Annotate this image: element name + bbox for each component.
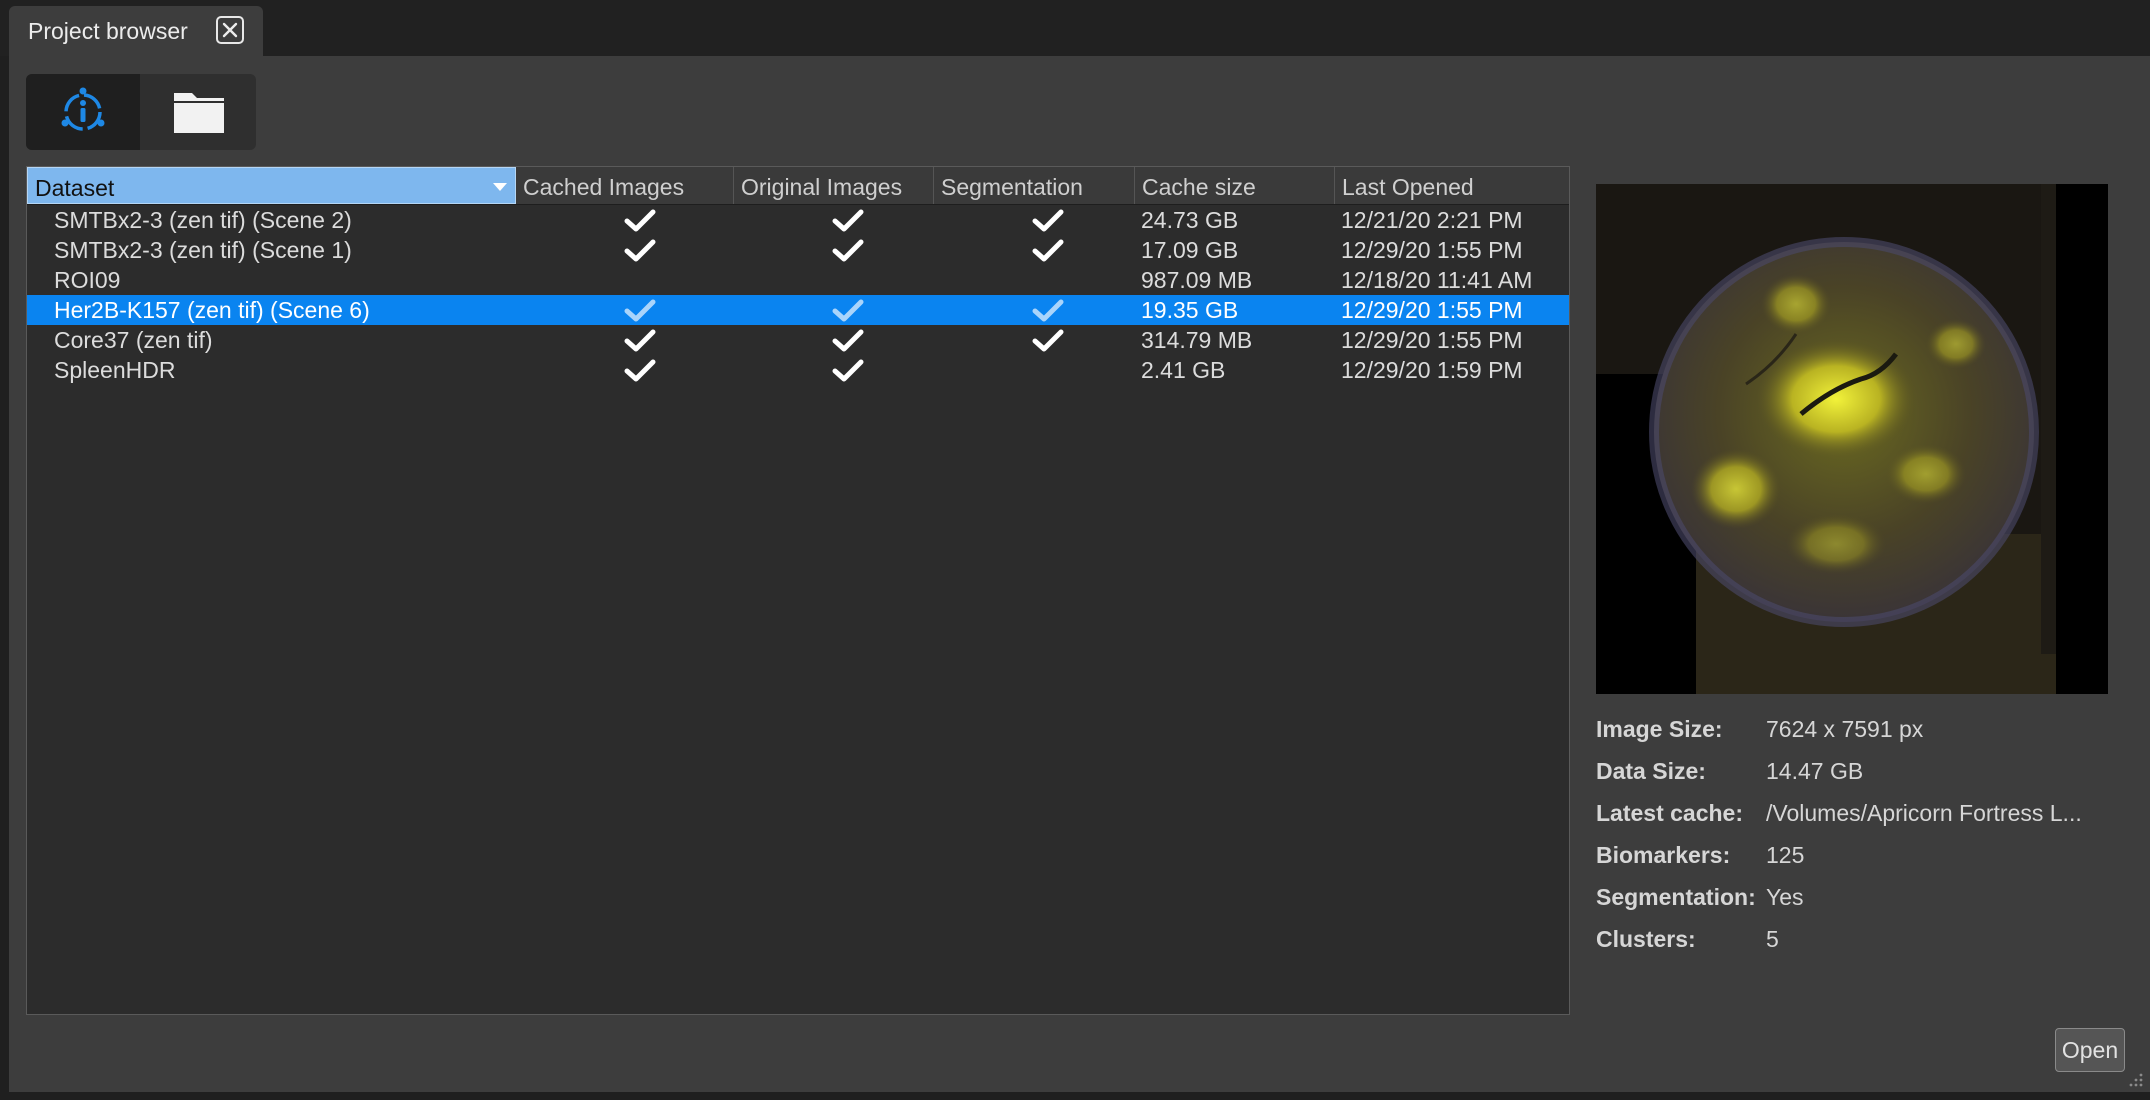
cell-last-opened: 12/29/20 1:55 PM: [1341, 327, 1523, 353]
data-size-label: Data Size:: [1596, 758, 1706, 784]
image-size-value: 7624 x 7591 px: [1766, 716, 1924, 742]
resize-grip-icon[interactable]: [2126, 1072, 2144, 1090]
detail-segmentation: Segmentation: Yes: [1596, 884, 2116, 926]
biomarkers-value: 125: [1766, 842, 1805, 868]
latest-cache-label: Latest cache:: [1596, 800, 1744, 826]
detail-clusters: Clusters: 5: [1596, 926, 2116, 968]
table-row[interactable]: ROI09 987.09 MB 12/18/20 11:41 AM: [27, 265, 1569, 295]
original-check-icon: [832, 329, 864, 352]
cell-last-opened: 12/21/20 2:21 PM: [1341, 207, 1523, 233]
info-icon: [61, 87, 105, 131]
latest-cache-value: /Volumes/Apricorn Fortress L...: [1766, 800, 2082, 826]
cell-cache-size: 314.79 MB: [1141, 327, 1253, 353]
segmentation-check-icon: [1032, 329, 1064, 352]
original-check-icon: [832, 299, 864, 322]
clusters-value: 5: [1766, 926, 1779, 952]
column-header-cache-size[interactable]: Cache size: [1135, 167, 1335, 204]
segmentation-label: Segmentation:: [1596, 884, 1756, 910]
cached-check-icon: [624, 359, 656, 382]
table-header: Dataset Cached Images Original Images Se…: [27, 167, 1569, 205]
cell-last-opened: 12/29/20 1:55 PM: [1341, 237, 1523, 263]
cell-dataset: SMTBx2-3 (zen tif) (Scene 1): [54, 237, 352, 263]
folder-mode-button[interactable]: [142, 74, 256, 150]
tab-title: Project browser: [28, 17, 188, 44]
detail-biomarkers: Biomarkers: 125: [1596, 842, 2116, 884]
detail-latest-cache: Latest cache: /Volumes/Apricorn Fortress…: [1596, 800, 2116, 842]
folder-icon: [174, 93, 224, 133]
column-header-cached-images[interactable]: Cached Images: [516, 167, 734, 204]
original-check-icon: [832, 209, 864, 232]
close-icon[interactable]: [216, 16, 244, 44]
column-header-original-images[interactable]: Original Images: [734, 167, 934, 204]
info-mode-button[interactable]: [26, 74, 140, 150]
data-size-value: 14.47 GB: [1766, 758, 1864, 784]
column-header-label: Dataset: [35, 175, 115, 201]
table-row[interactable]: SMTBx2-3 (zen tif) (Scene 1) 17.09 GB 12/2…: [27, 235, 1569, 265]
original-check-icon: [832, 359, 864, 382]
column-header-dataset[interactable]: Dataset: [27, 167, 516, 204]
table-row[interactable]: SMTBx2-3 (zen tif) (Scene 2) 24.73 GB 12/2…: [27, 205, 1569, 235]
cell-cache-size: 2.41 GB: [1141, 357, 1226, 383]
cached-check-icon: [624, 299, 656, 322]
cell-cache-size: 17.09 GB: [1141, 237, 1239, 263]
original-check-icon: [832, 239, 864, 262]
biomarkers-label: Biomarkers:: [1596, 842, 1731, 868]
segmentation-check-icon: [1032, 239, 1064, 262]
cell-cache-size: 19.35 GB: [1141, 297, 1239, 323]
cell-cache-size: 24.73 GB: [1141, 207, 1239, 233]
cell-last-opened: 12/29/20 1:59 PM: [1341, 357, 1523, 383]
segmentation-check-icon: [1032, 209, 1064, 232]
open-button[interactable]: Open: [2055, 1028, 2125, 1072]
cell-cache-size: 987.09 MB: [1141, 267, 1253, 293]
table-row[interactable]: Her2B-K157 (zen tif) (Scene 6) 19.35 GB 12…: [27, 295, 1569, 325]
cached-check-icon: [624, 329, 656, 352]
tab-bar: Project browser: [0, 0, 2150, 56]
table-row[interactable]: SpleenHDR 2.41 GB 12/29/20 1:59 PM: [27, 355, 1569, 385]
detail-image-size: Image Size: 7624 x 7591 px: [1596, 716, 2116, 758]
column-header-segmentation[interactable]: Segmentation: [934, 167, 1135, 204]
cell-dataset: Her2B-K157 (zen tif) (Scene 6): [54, 297, 370, 323]
dataset-preview-image: [1596, 184, 2108, 694]
table-row[interactable]: Core37 (zen tif) 314.79 MB 12/29/20 1:55 P…: [27, 325, 1569, 355]
view-mode-toolbar: [26, 74, 256, 150]
column-header-last-opened[interactable]: Last Opened: [1335, 167, 1569, 204]
cell-last-opened: 12/18/20 11:41 AM: [1341, 267, 1533, 293]
cell-dataset: SMTBx2-3 (zen tif) (Scene 2): [54, 207, 352, 233]
cell-dataset: SpleenHDR: [54, 357, 176, 383]
cell-dataset: ROI09: [54, 267, 121, 293]
segmentation-check-icon: [1032, 299, 1064, 322]
image-size-label: Image Size:: [1596, 716, 1723, 742]
tab-project-browser[interactable]: Project browser: [9, 6, 263, 56]
cell-dataset: Core37 (zen tif): [54, 327, 213, 353]
cached-check-icon: [624, 239, 656, 262]
cell-last-opened: 12/29/20 1:55 PM: [1341, 297, 1523, 323]
cached-check-icon: [624, 209, 656, 232]
clusters-label: Clusters:: [1596, 926, 1696, 952]
detail-data-size: Data Size: 14.47 GB: [1596, 758, 2116, 800]
sort-arrow-icon: [493, 183, 507, 191]
segmentation-value: Yes: [1766, 884, 1804, 910]
dataset-table: Dataset Cached Images Original Images Se…: [26, 166, 1570, 1015]
